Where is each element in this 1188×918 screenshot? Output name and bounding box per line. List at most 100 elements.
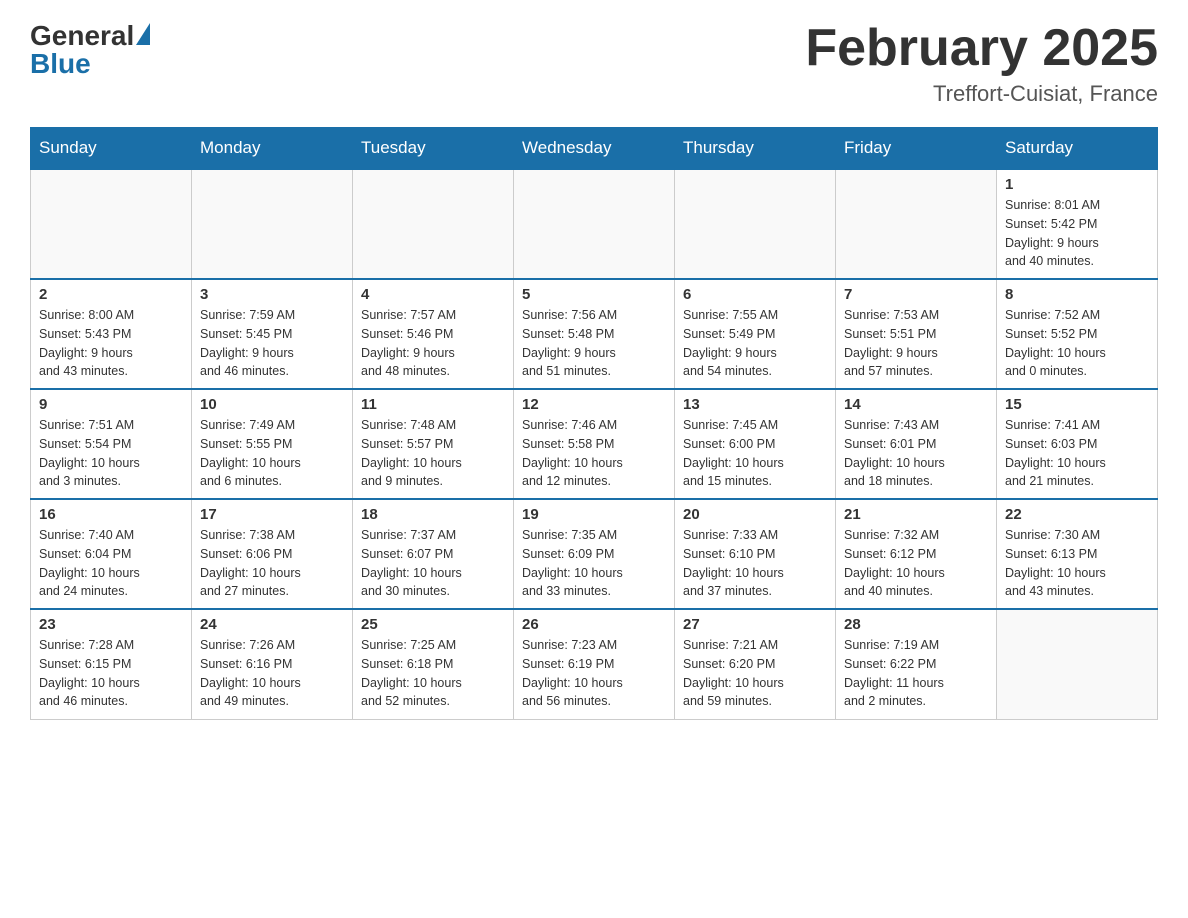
- day-info: Sunrise: 7:49 AM Sunset: 5:55 PM Dayligh…: [200, 416, 344, 491]
- day-number: 4: [361, 286, 505, 303]
- calendar-cell-w0d1: [192, 169, 353, 279]
- calendar-cell-w2d4: 13 Sunrise: 7:45 AM Sunset: 6:00 PM Dayli…: [675, 389, 836, 499]
- day-number: 1: [1005, 176, 1149, 193]
- calendar-cell-w2d0: 9 Sunrise: 7:51 AM Sunset: 5:54 PM Daylig…: [31, 389, 192, 499]
- day-info: Sunrise: 7:26 AM Sunset: 6:16 PM Dayligh…: [200, 636, 344, 711]
- calendar-cell-w4d2: 25 Sunrise: 7:25 AM Sunset: 6:18 PM Dayli…: [353, 609, 514, 719]
- day-number: 27: [683, 616, 827, 633]
- calendar-cell-w1d5: 7 Sunrise: 7:53 AM Sunset: 5:51 PM Daylig…: [836, 279, 997, 389]
- day-info: Sunrise: 7:56 AM Sunset: 5:48 PM Dayligh…: [522, 306, 666, 381]
- day-number: 15: [1005, 396, 1149, 413]
- calendar-cell-w0d2: [353, 169, 514, 279]
- day-info: Sunrise: 7:30 AM Sunset: 6:13 PM Dayligh…: [1005, 526, 1149, 601]
- weekday-header-friday: Friday: [836, 128, 997, 170]
- day-number: 28: [844, 616, 988, 633]
- day-info: Sunrise: 7:33 AM Sunset: 6:10 PM Dayligh…: [683, 526, 827, 601]
- day-info: Sunrise: 7:32 AM Sunset: 6:12 PM Dayligh…: [844, 526, 988, 601]
- weekday-header-row: SundayMondayTuesdayWednesdayThursdayFrid…: [31, 128, 1158, 170]
- calendar-cell-w1d1: 3 Sunrise: 7:59 AM Sunset: 5:45 PM Daylig…: [192, 279, 353, 389]
- day-info: Sunrise: 7:21 AM Sunset: 6:20 PM Dayligh…: [683, 636, 827, 711]
- calendar-title: February 2025: [805, 20, 1158, 77]
- week-row-2: 9 Sunrise: 7:51 AM Sunset: 5:54 PM Daylig…: [31, 389, 1158, 499]
- calendar-cell-w0d4: [675, 169, 836, 279]
- weekday-header-wednesday: Wednesday: [514, 128, 675, 170]
- calendar-cell-w4d1: 24 Sunrise: 7:26 AM Sunset: 6:16 PM Dayli…: [192, 609, 353, 719]
- week-row-0: 1 Sunrise: 8:01 AM Sunset: 5:42 PM Daylig…: [31, 169, 1158, 279]
- day-info: Sunrise: 7:51 AM Sunset: 5:54 PM Dayligh…: [39, 416, 183, 491]
- calendar-cell-w2d3: 12 Sunrise: 7:46 AM Sunset: 5:58 PM Dayli…: [514, 389, 675, 499]
- day-number: 3: [200, 286, 344, 303]
- day-info: Sunrise: 7:52 AM Sunset: 5:52 PM Dayligh…: [1005, 306, 1149, 381]
- calendar-cell-w4d0: 23Sunrise: 7:28 AM Sunset: 6:15 PM Dayli…: [31, 609, 192, 719]
- weekday-header-monday: Monday: [192, 128, 353, 170]
- day-info: Sunrise: 8:01 AM Sunset: 5:42 PM Dayligh…: [1005, 196, 1149, 271]
- day-info: Sunrise: 7:45 AM Sunset: 6:00 PM Dayligh…: [683, 416, 827, 491]
- calendar-cell-w2d2: 11 Sunrise: 7:48 AM Sunset: 5:57 PM Dayli…: [353, 389, 514, 499]
- calendar-cell-w3d1: 17Sunrise: 7:38 AM Sunset: 6:06 PM Dayli…: [192, 499, 353, 609]
- calendar-cell-w1d2: 4 Sunrise: 7:57 AM Sunset: 5:46 PM Daylig…: [353, 279, 514, 389]
- page-header: General Blue February 2025 Treffort-Cuis…: [30, 20, 1158, 107]
- calendar-cell-w0d5: [836, 169, 997, 279]
- day-number: 25: [361, 616, 505, 633]
- day-number: 8: [1005, 286, 1149, 303]
- day-info: Sunrise: 7:23 AM Sunset: 6:19 PM Dayligh…: [522, 636, 666, 711]
- day-info: Sunrise: 7:37 AM Sunset: 6:07 PM Dayligh…: [361, 526, 505, 601]
- week-row-3: 16 Sunrise: 7:40 AM Sunset: 6:04 PM Dayli…: [31, 499, 1158, 609]
- day-number: 21: [844, 506, 988, 523]
- day-number: 24: [200, 616, 344, 633]
- day-info: Sunrise: 7:59 AM Sunset: 5:45 PM Dayligh…: [200, 306, 344, 381]
- day-info: Sunrise: 7:48 AM Sunset: 5:57 PM Dayligh…: [361, 416, 505, 491]
- calendar-cell-w2d1: 10Sunrise: 7:49 AM Sunset: 5:55 PM Dayli…: [192, 389, 353, 499]
- day-number: 22: [1005, 506, 1149, 523]
- calendar-cell-w3d5: 21 Sunrise: 7:32 AM Sunset: 6:12 PM Dayli…: [836, 499, 997, 609]
- calendar-cell-w4d5: 28 Sunrise: 7:19 AM Sunset: 6:22 PM Dayli…: [836, 609, 997, 719]
- day-number: 19: [522, 506, 666, 523]
- day-info: Sunrise: 7:19 AM Sunset: 6:22 PM Dayligh…: [844, 636, 988, 711]
- calendar-cell-w1d0: 2 Sunrise: 8:00 AM Sunset: 5:43 PM Daylig…: [31, 279, 192, 389]
- day-number: 20: [683, 506, 827, 523]
- day-number: 18: [361, 506, 505, 523]
- calendar-cell-w3d3: 19 Sunrise: 7:35 AM Sunset: 6:09 PM Dayli…: [514, 499, 675, 609]
- calendar-cell-w4d4: 27 Sunrise: 7:21 AM Sunset: 6:20 PM Dayli…: [675, 609, 836, 719]
- day-info: Sunrise: 7:57 AM Sunset: 5:46 PM Dayligh…: [361, 306, 505, 381]
- day-number: 26: [522, 616, 666, 633]
- day-number: 7: [844, 286, 988, 303]
- week-row-1: 2 Sunrise: 8:00 AM Sunset: 5:43 PM Daylig…: [31, 279, 1158, 389]
- day-info: Sunrise: 7:25 AM Sunset: 6:18 PM Dayligh…: [361, 636, 505, 711]
- day-info: Sunrise: 7:35 AM Sunset: 6:09 PM Dayligh…: [522, 526, 666, 601]
- day-info: Sunrise: 8:00 AM Sunset: 5:43 PM Dayligh…: [39, 306, 183, 381]
- calendar-cell-w0d3: [514, 169, 675, 279]
- day-number: 9: [39, 396, 183, 413]
- calendar-cell-w3d0: 16 Sunrise: 7:40 AM Sunset: 6:04 PM Dayli…: [31, 499, 192, 609]
- day-number: 16: [39, 506, 183, 523]
- day-info: Sunrise: 7:28 AM Sunset: 6:15 PM Dayligh…: [39, 636, 183, 711]
- calendar-cell-w1d6: 8 Sunrise: 7:52 AM Sunset: 5:52 PM Daylig…: [997, 279, 1158, 389]
- calendar-cell-w3d4: 20 Sunrise: 7:33 AM Sunset: 6:10 PM Dayli…: [675, 499, 836, 609]
- day-info: Sunrise: 7:40 AM Sunset: 6:04 PM Dayligh…: [39, 526, 183, 601]
- calendar-cell-w2d6: 15 Sunrise: 7:41 AM Sunset: 6:03 PM Dayli…: [997, 389, 1158, 499]
- day-info: Sunrise: 7:55 AM Sunset: 5:49 PM Dayligh…: [683, 306, 827, 381]
- day-number: 2: [39, 286, 183, 303]
- calendar-cell-w4d6: [997, 609, 1158, 719]
- calendar-subtitle: Treffort-Cuisiat, France: [805, 81, 1158, 107]
- day-number: 13: [683, 396, 827, 413]
- day-number: 11: [361, 396, 505, 413]
- day-number: 6: [683, 286, 827, 303]
- day-info: Sunrise: 7:41 AM Sunset: 6:03 PM Dayligh…: [1005, 416, 1149, 491]
- calendar-cell-w1d4: 6 Sunrise: 7:55 AM Sunset: 5:49 PM Daylig…: [675, 279, 836, 389]
- calendar-cell-w0d6: 1 Sunrise: 8:01 AM Sunset: 5:42 PM Daylig…: [997, 169, 1158, 279]
- day-info: Sunrise: 7:38 AM Sunset: 6:06 PM Dayligh…: [200, 526, 344, 601]
- day-number: 14: [844, 396, 988, 413]
- calendar-cell-w3d6: 22 Sunrise: 7:30 AM Sunset: 6:13 PM Dayli…: [997, 499, 1158, 609]
- weekday-header-tuesday: Tuesday: [353, 128, 514, 170]
- day-number: 12: [522, 396, 666, 413]
- day-info: Sunrise: 7:53 AM Sunset: 5:51 PM Dayligh…: [844, 306, 988, 381]
- day-info: Sunrise: 7:43 AM Sunset: 6:01 PM Dayligh…: [844, 416, 988, 491]
- day-info: Sunrise: 7:46 AM Sunset: 5:58 PM Dayligh…: [522, 416, 666, 491]
- title-block: February 2025 Treffort-Cuisiat, France: [805, 20, 1158, 107]
- calendar-cell-w1d3: 5Sunrise: 7:56 AM Sunset: 5:48 PM Daylig…: [514, 279, 675, 389]
- calendar-cell-w2d5: 14 Sunrise: 7:43 AM Sunset: 6:01 PM Dayli…: [836, 389, 997, 499]
- weekday-header-thursday: Thursday: [675, 128, 836, 170]
- logo: General Blue: [30, 20, 150, 80]
- logo-blue-text: Blue: [30, 48, 91, 80]
